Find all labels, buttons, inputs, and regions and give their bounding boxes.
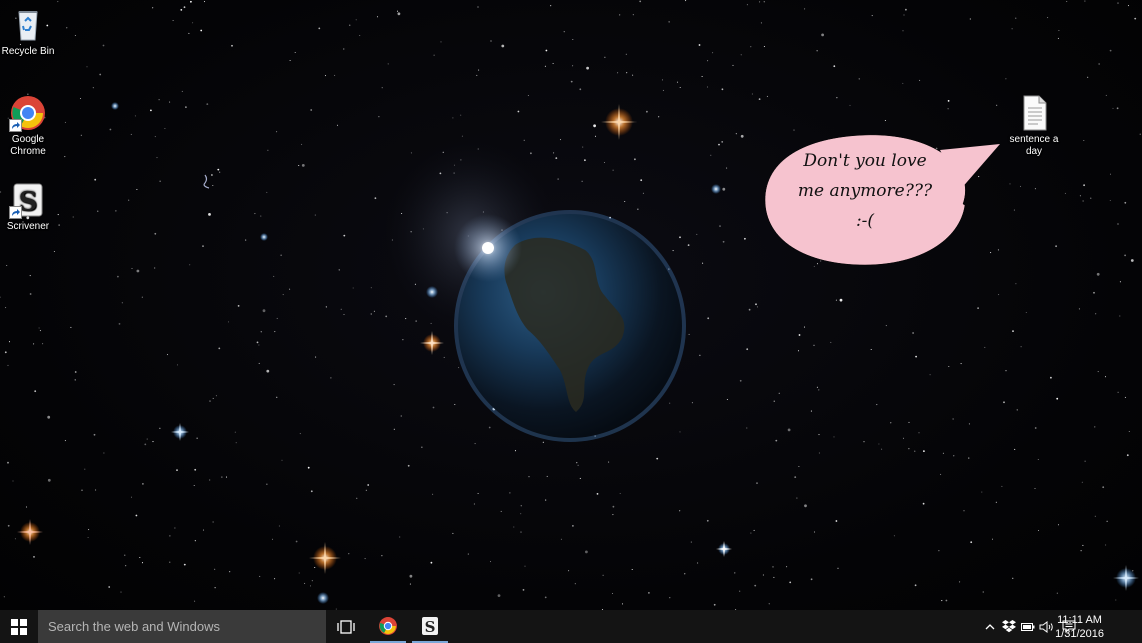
dropbox-icon (1002, 620, 1016, 633)
speech-line-1: Don't you love (803, 151, 927, 171)
desktop-icon-scrivener[interactable]: S Scrivener (0, 181, 58, 233)
chevron-up-icon (985, 623, 995, 629)
taskbar-app-scrivener[interactable]: S (412, 610, 448, 643)
desktop-icon-label: Google Chrome (10, 134, 46, 157)
battery-icon (1021, 622, 1035, 631)
sunrise-core (482, 242, 494, 254)
clock-date: 1/31/2016 (1055, 628, 1104, 640)
speech-bubble-text: Don't you love me anymore??? :-( (760, 146, 970, 236)
tray-volume[interactable] (1038, 610, 1056, 643)
speech-line-3: :-( (855, 211, 875, 231)
taskbar: Search the web and Windows S 11:11 AM 1/… (0, 610, 1142, 643)
desktop-icon-sentence-a-day[interactable]: sentence a day (1004, 94, 1064, 158)
desktop-icon-label: Scrivener (6, 221, 50, 232)
scrivener-icon: S (422, 616, 438, 636)
search-input[interactable]: Search the web and Windows (38, 610, 326, 643)
start-button[interactable] (0, 610, 38, 643)
start-icon (11, 618, 27, 635)
svg-text:S: S (425, 618, 436, 636)
speech-line-2: me anymore??? (797, 181, 933, 201)
shortcut-arrow-icon (9, 206, 22, 219)
chrome-icon (9, 94, 47, 132)
tiny-galaxy (203, 174, 210, 189)
desktop-icon-google-chrome[interactable]: Google Chrome (0, 94, 58, 158)
desktop-icon-label: Recycle Bin (1, 46, 55, 57)
desktop[interactable]: Recycle Bin Google Chrome S Scrivener se… (0, 0, 1142, 610)
taskbar-app-chrome[interactable] (370, 610, 406, 643)
wallpaper-space (0, 0, 1141, 610)
desktop-icon-recycle-bin[interactable]: Recycle Bin (0, 6, 58, 58)
scrivener-icon: S (9, 181, 47, 219)
clock-time: 11:11 AM (1057, 614, 1102, 626)
recycle-bin-icon (9, 6, 47, 44)
show-hidden-icons-button[interactable] (981, 610, 999, 643)
shortcut-arrow-icon (9, 119, 22, 132)
volume-icon (1039, 620, 1053, 633)
desktop-icon-label: sentence a day (1009, 134, 1059, 157)
text-document-icon (1015, 94, 1053, 132)
chrome-icon (379, 616, 397, 635)
task-view-icon (337, 619, 355, 634)
task-view-button[interactable] (330, 610, 362, 643)
tray-dropbox[interactable] (1000, 610, 1018, 643)
tray-battery[interactable] (1019, 610, 1037, 643)
speech-bubble: Don't you love me anymore??? :-( (760, 130, 1005, 270)
taskbar-clock[interactable]: 11:11 AM 1/31/2016 (1055, 613, 1104, 641)
